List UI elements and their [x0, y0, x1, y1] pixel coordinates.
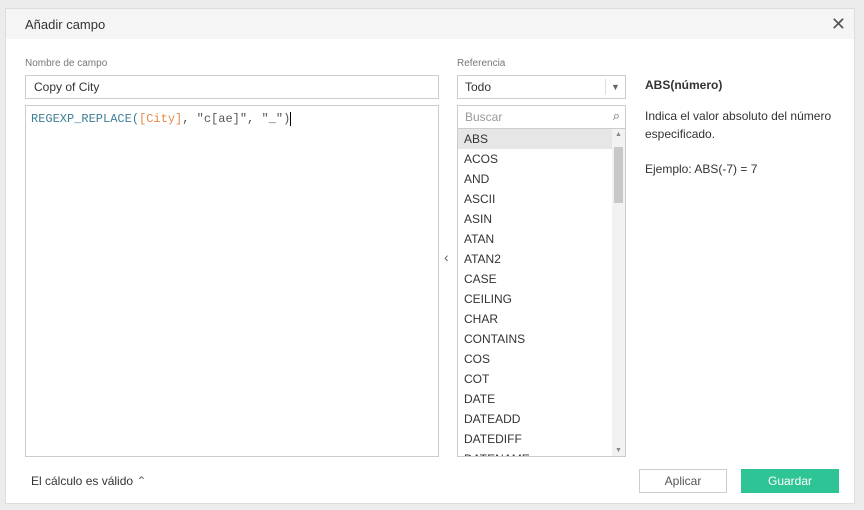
scrollbar[interactable]: ▲ ▼: [612, 129, 625, 456]
chevron-down-icon: ▼: [605, 79, 625, 95]
formula-function: REGEXP_REPLACE(: [31, 112, 140, 127]
search-icon: ⌕: [612, 108, 620, 123]
formula-field: [City]: [139, 112, 183, 127]
dialog-title: Añadir campo: [25, 17, 106, 32]
function-list-item[interactable]: CONTAINS: [458, 329, 614, 349]
function-list-item[interactable]: CEILING: [458, 289, 614, 309]
function-list-item[interactable]: ABS: [458, 129, 614, 149]
function-help-description: Indica el valor absoluto del número espe…: [645, 109, 832, 141]
field-name-label: Nombre de campo: [25, 58, 108, 69]
function-list-item[interactable]: ASCII: [458, 189, 614, 209]
dialog-header: Añadir campo ✕: [6, 9, 854, 39]
add-field-dialog: Añadir campo ✕ Nombre de campo Copy of C…: [5, 8, 855, 504]
scroll-down-icon[interactable]: ▼: [615, 447, 622, 454]
function-list-item[interactable]: ATAN: [458, 229, 614, 249]
reference-select[interactable]: Todo ▼: [457, 75, 626, 99]
reference-label: Referencia: [457, 58, 506, 69]
field-name-input[interactable]: Copy of City: [25, 75, 439, 99]
function-list-item[interactable]: COT: [458, 369, 614, 389]
validation-status[interactable]: El cálculo es válido ⌃: [31, 474, 146, 488]
function-help-title: ABS(número): [645, 78, 723, 92]
function-list-item[interactable]: CHAR: [458, 309, 614, 329]
chevron-up-icon: ⌃: [136, 474, 147, 488]
search-placeholder: Buscar: [465, 110, 503, 124]
function-list-item[interactable]: ACOS: [458, 149, 614, 169]
function-list-item[interactable]: DATEDIFF: [458, 429, 614, 449]
function-list-item[interactable]: ATAN2: [458, 249, 614, 269]
function-help-example: Ejemplo: ABS(-7) = 7: [645, 162, 758, 176]
reference-selected: Todo: [465, 80, 492, 94]
close-icon[interactable]: ✕: [831, 14, 846, 35]
function-list-item[interactable]: COS: [458, 349, 614, 369]
function-list-item[interactable]: ASIN: [458, 209, 614, 229]
function-list-item[interactable]: DATEADD: [458, 409, 614, 429]
function-list-item[interactable]: CASE: [458, 269, 614, 289]
function-list[interactable]: ▲ ▼ ABS ACOS AND ASCII ASIN ATAN ATAN2 CASE CEILI…: [457, 129, 626, 457]
text-caret: [290, 112, 292, 126]
function-list-item[interactable]: AND: [458, 169, 614, 189]
formula-editor[interactable]: REGEXP_REPLACE([City], "c[ae]", "_"): [25, 105, 439, 457]
formula-args: , "c[ae]", "_"): [182, 112, 291, 127]
chevron-left-icon[interactable]: ‹: [444, 249, 449, 265]
apply-button[interactable]: Aplicar: [639, 469, 727, 493]
function-search-input[interactable]: Buscar ⌕: [457, 105, 626, 129]
save-button[interactable]: Guardar: [741, 469, 839, 493]
scrollbar-thumb[interactable]: [614, 147, 623, 203]
validation-text: El cálculo es válido: [31, 474, 134, 488]
function-list-item[interactable]: DATENAME: [458, 449, 614, 456]
function-list-item[interactable]: DATE: [458, 389, 614, 409]
scroll-up-icon[interactable]: ▲: [615, 131, 622, 138]
